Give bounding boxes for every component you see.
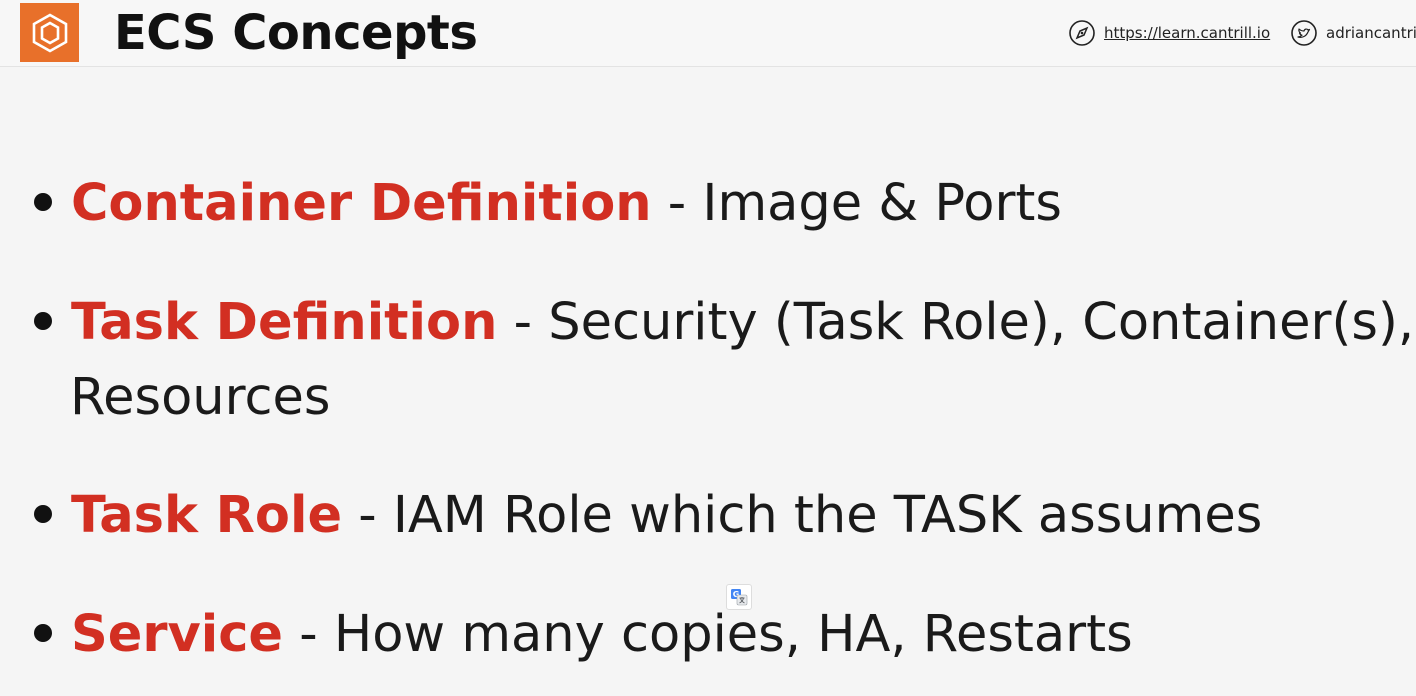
bullet-term: Service <box>71 605 284 664</box>
bullet-dot <box>34 505 52 523</box>
bullet-term: Container Definition <box>71 174 652 233</box>
bullet-desc: - Security (Task Role), Container(s), <box>497 293 1415 352</box>
bullet-term: Task Definition <box>71 293 498 352</box>
bullet-dot <box>34 312 52 330</box>
bullet-desc: - Image & Ports <box>651 174 1062 233</box>
bullet-continuation: Resources <box>70 368 331 427</box>
bullet-service: Service - How many copies, HA, Restarts <box>34 587 1133 683</box>
bullet-desc: - How many copies, HA, Restarts <box>283 605 1133 664</box>
bullet-list: Container Definition - Image & Ports Tas… <box>0 0 1416 696</box>
bullet-desc: - IAM Role which the TASK assumes <box>342 486 1263 545</box>
slide: ECS Concepts https://learn.cantrill.io a… <box>0 0 1416 696</box>
bullet-container-definition: Container Definition - Image & Ports <box>34 156 1062 252</box>
bullet-term: Task Role <box>71 486 343 545</box>
bullet-dot <box>34 624 52 642</box>
bullet-dot <box>34 193 52 211</box>
google-translate-icon[interactable]: G <box>726 584 752 610</box>
bullet-task-role: Task Role - IAM Role which the TASK assu… <box>34 468 1262 564</box>
